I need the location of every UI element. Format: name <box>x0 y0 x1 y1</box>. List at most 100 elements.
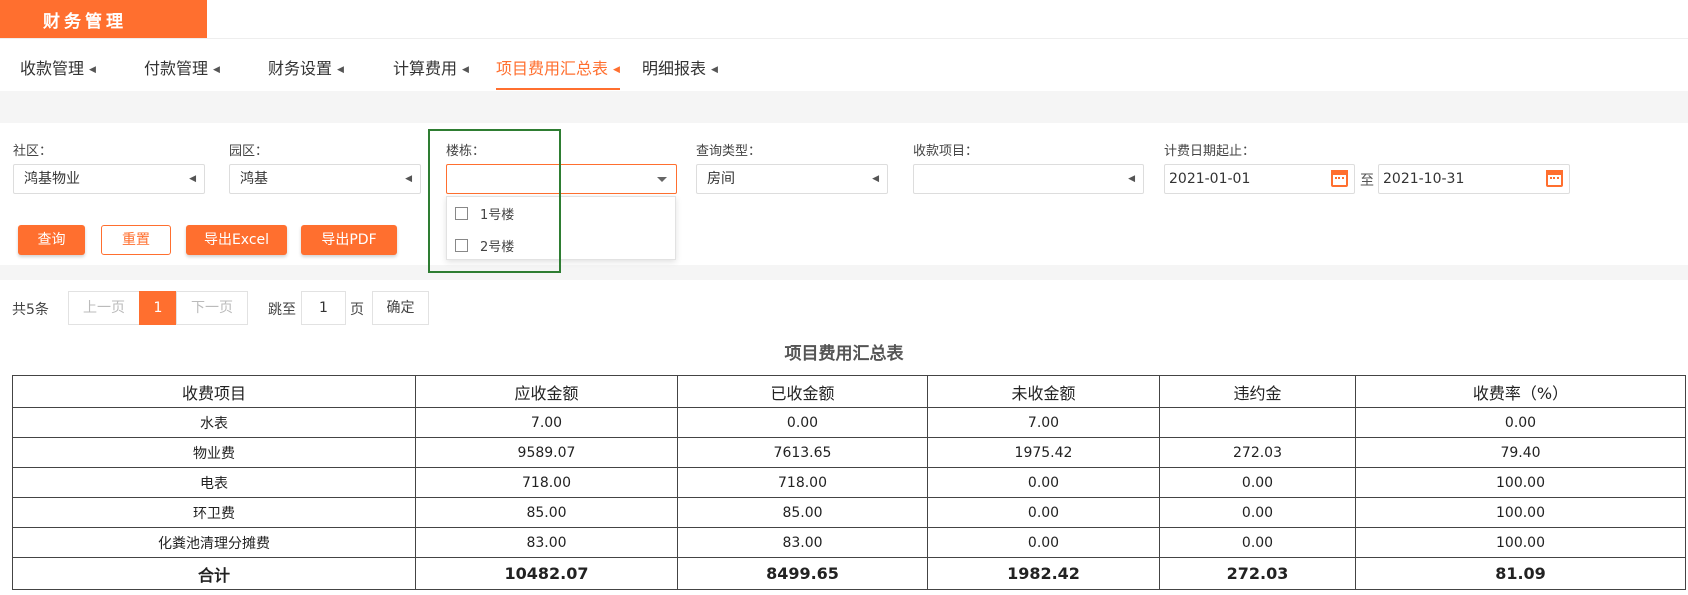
table-row: 水表 7.00 0.00 7.00 0.00 <box>12 407 1686 438</box>
page-unit: 页 <box>350 302 364 318</box>
query-button[interactable]: 查询 <box>18 225 85 255</box>
community-select[interactable]: 鸿基物业 ◀ <box>13 164 205 194</box>
prev-page-button[interactable]: 上一页 <box>68 291 140 325</box>
table-cell: 1982.42 <box>927 557 1160 590</box>
charge-item-select[interactable]: ◀ <box>913 164 1144 194</box>
table-cell: 7613.65 <box>677 437 928 468</box>
table-cell: 718.00 <box>677 467 928 498</box>
caret-left-icon: ◀ <box>613 64 620 75</box>
column-header: 违约金 <box>1159 375 1356 408</box>
table-row: 物业费 9589.07 7613.65 1975.42 272.03 79.40 <box>12 437 1686 468</box>
main-tabs: 收款管理 ◀ 付款管理 ◀ 财务设置 ◀ 计算费用 ◀ 项目费用汇总表 ◀ 明细报表 ◀ <box>0 50 1688 90</box>
table-cell: 100.00 <box>1355 497 1686 528</box>
table-cell: 水表 <box>12 407 416 438</box>
charge-item-label: 收款项目： <box>913 144 979 159</box>
header-divider <box>0 38 1688 39</box>
table-cell: 0.00 <box>1159 467 1356 498</box>
table-cell: 9589.07 <box>415 437 678 468</box>
table-cell: 79.40 <box>1355 437 1686 468</box>
chevron-down-icon <box>657 177 667 182</box>
reset-button[interactable]: 重置 <box>101 225 171 255</box>
table-cell: 0.00 <box>927 467 1160 498</box>
table-cell: 0.00 <box>927 527 1160 558</box>
tab-payments[interactable]: 付款管理 ◀ <box>144 50 220 90</box>
tab-calculate-fees[interactable]: 计算费用 ◀ <box>393 50 469 90</box>
building-dropdown: 1号楼 2号楼 <box>446 196 676 260</box>
goto-label: 跳至 <box>268 302 296 318</box>
checkbox[interactable] <box>455 206 468 220</box>
table-cell: 8499.65 <box>677 557 928 590</box>
table-total-row: 合计 10482.07 8499.65 1982.42 272.03 81.09 <box>12 557 1686 590</box>
building-option-1[interactable]: 1号楼 <box>455 203 514 223</box>
table-cell: 合计 <box>12 557 416 590</box>
table-row: 化粪池清理分摊费 83.00 83.00 0.00 0.00 100.00 <box>12 527 1686 558</box>
column-header: 已收金额 <box>677 375 928 408</box>
tab-receipts[interactable]: 收款管理 ◀ <box>20 50 96 90</box>
app-title: 财务管理 <box>0 0 207 38</box>
table-cell: 0.00 <box>927 497 1160 528</box>
table-header-row: 收费项目 应收金额 已收金额 未收金额 违约金 收费率（%） <box>12 375 1686 408</box>
next-page-button[interactable]: 下一页 <box>176 291 248 325</box>
community-label: 社区： <box>13 144 53 159</box>
table-cell <box>1159 407 1356 438</box>
checkbox[interactable] <box>455 238 468 252</box>
park-label: 园区： <box>229 144 269 159</box>
table-cell: 物业费 <box>12 437 416 468</box>
export-excel-button[interactable]: 导出Excel <box>186 225 287 255</box>
caret-left-icon: ◀ <box>213 64 220 75</box>
caret-left-icon: ◀ <box>405 174 412 184</box>
table-cell: 电表 <box>12 467 416 498</box>
section-divider <box>0 91 1688 123</box>
caret-left-icon: ◀ <box>89 64 96 75</box>
calendar-icon[interactable] <box>1331 170 1348 187</box>
export-pdf-button[interactable]: 导出PDF <box>301 225 397 255</box>
table-cell: 85.00 <box>677 497 928 528</box>
total-count: 共5条 <box>12 302 49 318</box>
table-cell: 7.00 <box>415 407 678 438</box>
table-cell: 272.03 <box>1159 437 1356 468</box>
caret-left-icon: ◀ <box>189 174 196 184</box>
tab-finance-settings[interactable]: 财务设置 ◀ <box>268 50 344 90</box>
table-cell: 10482.07 <box>415 557 678 590</box>
query-type-select[interactable]: 房间 ◀ <box>696 164 888 194</box>
tab-project-fee-summary[interactable]: 项目费用汇总表 ◀ <box>496 50 620 90</box>
caret-left-icon: ◀ <box>462 64 469 75</box>
confirm-page-button[interactable]: 确定 <box>372 291 429 325</box>
table-row: 电表 718.00 718.00 0.00 0.00 100.00 <box>12 467 1686 498</box>
end-date-input[interactable]: 2021-10-31 <box>1378 164 1570 194</box>
column-header: 收费率（%） <box>1355 375 1686 408</box>
caret-left-icon: ◀ <box>711 64 718 75</box>
table-cell: 0.00 <box>1355 407 1686 438</box>
table-cell: 83.00 <box>415 527 678 558</box>
table-cell: 0.00 <box>1159 497 1356 528</box>
page-1-button[interactable]: 1 <box>139 291 177 325</box>
table-cell: 85.00 <box>415 497 678 528</box>
query-type-label: 查询类型： <box>696 144 762 159</box>
table-cell: 83.00 <box>677 527 928 558</box>
tab-detail-report[interactable]: 明细报表 ◀ <box>642 50 718 90</box>
page-number-input[interactable]: 1 <box>301 291 346 325</box>
section-divider <box>0 265 1688 280</box>
table-cell: 环卫费 <box>12 497 416 528</box>
table-cell: 0.00 <box>677 407 928 438</box>
date-range-label: 计费日期起止： <box>1164 144 1256 159</box>
start-date-input[interactable]: 2021-01-01 <box>1164 164 1355 194</box>
report-title: 项目费用汇总表 <box>784 344 904 364</box>
building-select[interactable] <box>446 164 677 194</box>
column-header: 收费项目 <box>12 375 416 408</box>
caret-left-icon: ◀ <box>1128 174 1135 184</box>
caret-left-icon: ◀ <box>872 174 879 184</box>
column-header: 未收金额 <box>927 375 1160 408</box>
table-cell: 0.00 <box>1159 527 1356 558</box>
table-cell: 100.00 <box>1355 467 1686 498</box>
building-label: 楼栋： <box>446 144 486 159</box>
table-cell: 化粪池清理分摊费 <box>12 527 416 558</box>
table-row: 环卫费 85.00 85.00 0.00 0.00 100.00 <box>12 497 1686 528</box>
table-cell: 7.00 <box>927 407 1160 438</box>
building-option-2[interactable]: 2号楼 <box>455 235 514 255</box>
park-select[interactable]: 鸿基 ◀ <box>229 164 421 194</box>
calendar-icon[interactable] <box>1546 170 1563 187</box>
table-cell: 1975.42 <box>927 437 1160 468</box>
date-separator: 至 <box>1360 173 1374 189</box>
table-cell: 272.03 <box>1159 557 1356 590</box>
